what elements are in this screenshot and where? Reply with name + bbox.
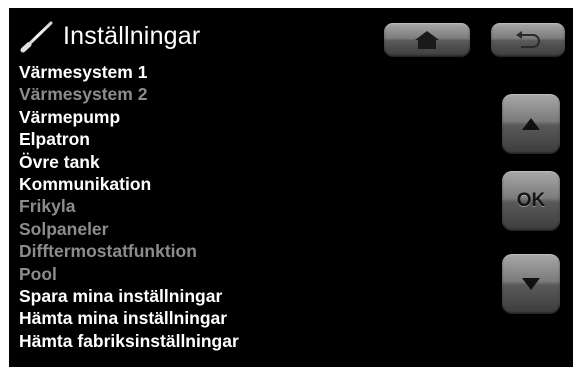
menu-item-varmepump[interactable]: Värmepump [19, 106, 239, 128]
menu-item-elpatron[interactable]: Elpatron [19, 128, 239, 150]
arrow-down-icon [522, 278, 540, 290]
home-icon [415, 31, 439, 49]
wrench-icon [20, 21, 53, 53]
header: Inställningar [15, 18, 200, 54]
settings-screen: Inställningar Värmesystem 1 Värmesystem … [9, 8, 573, 367]
down-button[interactable] [502, 254, 560, 314]
menu-item-spara-mina-installningar[interactable]: Spara mina inställningar [19, 285, 239, 307]
arrow-up-icon [522, 118, 540, 130]
menu-item-varmesystem-2[interactable]: Värmesystem 2 [19, 83, 239, 105]
back-button[interactable] [491, 23, 565, 57]
menu-item-frikyla[interactable]: Frikyla [19, 195, 239, 217]
menu-item-hamta-fabriksinstallningar[interactable]: Hämta fabriksinställningar [19, 330, 239, 352]
menu-item-varmesystem-1[interactable]: Värmesystem 1 [19, 61, 239, 83]
ok-label: OK [516, 190, 546, 211]
menu-item-solpaneler[interactable]: Solpaneler [19, 218, 239, 240]
page-title: Inställningar [63, 21, 201, 50]
menu-item-difftermostatfunktion[interactable]: Difftermostatfunktion [19, 240, 239, 262]
menu-item-hamta-mina-installningar[interactable]: Hämta mina inställningar [19, 307, 239, 329]
ok-button[interactable]: OK [502, 171, 560, 231]
menu-item-pool[interactable]: Pool [19, 263, 239, 285]
up-button[interactable] [502, 94, 560, 154]
menu-item-kommunikation[interactable]: Kommunikation [19, 173, 239, 195]
menu-item-ovre-tank[interactable]: Övre tank [19, 151, 239, 173]
settings-menu: Värmesystem 1 Värmesystem 2 Värmepump El… [19, 61, 239, 352]
back-arrow-icon [516, 31, 540, 48]
home-button[interactable] [384, 23, 470, 57]
